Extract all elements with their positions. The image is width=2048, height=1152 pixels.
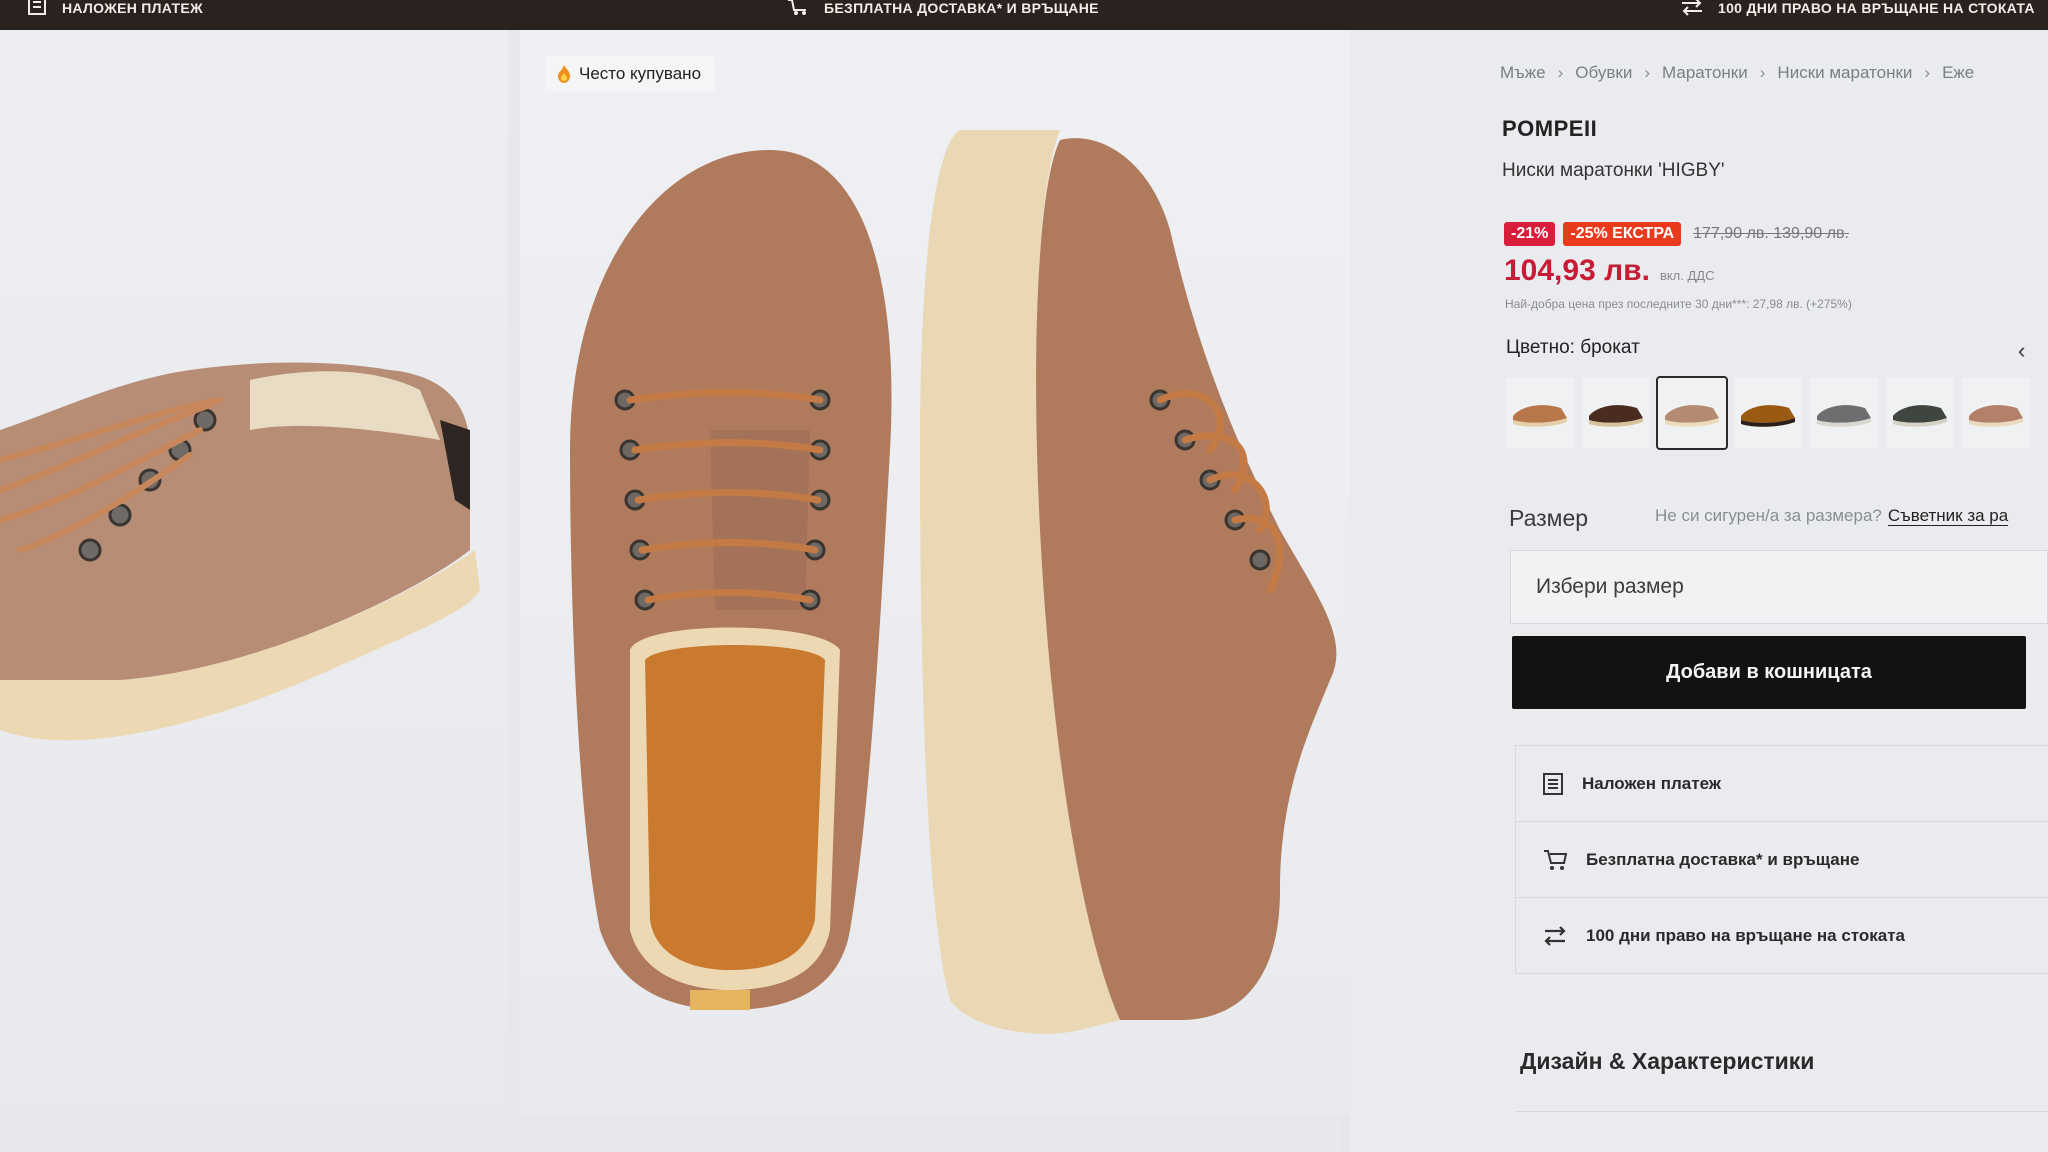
benefit-cod[interactable]: Наложен платеж bbox=[1515, 746, 2048, 822]
benefits-list: Наложен платеж Безплатна доставка* и връ… bbox=[1515, 745, 2048, 974]
breadcrumb-everyday[interactable]: Еже bbox=[1942, 63, 1974, 83]
shoe-thumb-icon bbox=[1589, 405, 1643, 427]
shoe-thumb-icon bbox=[1969, 405, 2023, 427]
swatch-dark-olive[interactable] bbox=[1886, 378, 1954, 448]
promo-shipping: БЕЗПЛАТНА ДОСТАВКА* И ВРЪЩАНЕ bbox=[786, 0, 1099, 30]
benefit-shipping-label: Безплатна доставка* и връщане bbox=[1586, 849, 1860, 869]
size-help-text: Не си сигурен/а за размера? bbox=[1655, 506, 1882, 525]
invoice-icon bbox=[1543, 772, 1563, 795]
product-title: Ниски маратонки 'HIGBY' bbox=[1502, 160, 1725, 181]
badge-label: Често купувано bbox=[579, 64, 702, 83]
product-image-main[interactable] bbox=[520, 30, 1350, 1115]
shoe-thumb-icon bbox=[1893, 405, 1947, 427]
swatch-grey[interactable] bbox=[1810, 378, 1878, 448]
frequently-bought-badge: Често купувано bbox=[545, 56, 716, 92]
current-price: 104,93 лв. bbox=[1504, 254, 1650, 287]
vat-note: вкл. ДДС bbox=[1659, 268, 1715, 283]
benefit-shipping[interactable]: Безплатна доставка* и връщане bbox=[1515, 822, 2048, 898]
breadcrumb-low-sneakers[interactable]: Ниски маратонки bbox=[1777, 63, 1912, 83]
flame-icon bbox=[558, 65, 570, 83]
size-help: Не си сигурен/а за размера? Съветник за р… bbox=[1655, 506, 2009, 526]
cart-icon bbox=[1544, 849, 1568, 870]
promo-cod: НАЛОЖЕН ПЛАТЕЖ bbox=[26, 0, 203, 30]
breadcrumb: Мъже › Обувки › Маратонки › Ниски марато… bbox=[1500, 63, 1974, 83]
price-block: 104,93 лв. вкл. ДДС bbox=[1504, 254, 1714, 288]
swatch-sand[interactable] bbox=[1656, 376, 1728, 450]
promo-shipping-label: БЕЗПЛАТНА ДОСТАВКА* И ВРЪЩАНЕ bbox=[824, 0, 1099, 16]
shoe-thumb-icon bbox=[1741, 405, 1795, 427]
breadcrumb-shoes[interactable]: Обувки bbox=[1575, 63, 1632, 83]
breadcrumb-separator: › bbox=[1644, 63, 1651, 82]
lowest-price-note: Най-добра цена през последните 30 дни***… bbox=[1505, 297, 1852, 311]
product-brand[interactable]: POMPEII bbox=[1502, 116, 1597, 142]
size-select[interactable]: Избери размер bbox=[1510, 550, 2048, 624]
breadcrumb-men[interactable]: Мъже bbox=[1500, 63, 1546, 83]
shoe-side-image bbox=[0, 362, 480, 741]
promo-cod-label: НАЛОЖЕН ПЛАТЕЖ bbox=[62, 0, 203, 16]
shoe-thumb-icon bbox=[1665, 405, 1719, 427]
size-label: Размер bbox=[1509, 505, 1589, 531]
promo-returns: 100 ДНИ ПРАВО НА ВРЪЩАНЕ НА СТОКАТА bbox=[1680, 0, 2035, 30]
benefit-returns-label: 100 дни право на връщане на стоката bbox=[1586, 925, 1906, 945]
benefit-returns[interactable]: 100 дни право на връщане на стоката bbox=[1515, 898, 2048, 974]
return-icon bbox=[1544, 925, 1566, 946]
design-section-title[interactable]: Дизайн & Характеристики bbox=[1520, 1048, 1814, 1075]
shoe-pair-image bbox=[570, 130, 1337, 1034]
benefit-cod-label: Наложен платеж bbox=[1582, 773, 1721, 793]
invoice-icon bbox=[28, 0, 46, 15]
discount-badge: -21% bbox=[1504, 222, 1556, 246]
swatch-cognac[interactable] bbox=[1734, 378, 1802, 448]
breadcrumb-separator: › bbox=[1557, 63, 1564, 82]
discount-row: -21% -25% ЕКСТРА 177,90 лв. 139,90 лв. bbox=[1504, 222, 1849, 246]
breadcrumb-separator: › bbox=[1759, 63, 1766, 82]
chevron-left-icon[interactable]: ‹ bbox=[2018, 338, 2025, 364]
promo-returns-label: 100 ДНИ ПРАВО НА ВРЪЩАНЕ НА СТОКАТА bbox=[1718, 0, 2035, 16]
return-icon bbox=[1682, 0, 1702, 16]
color-label: Цветно: брокат bbox=[1506, 337, 1640, 358]
shoe-thumb-icon bbox=[1817, 405, 1871, 427]
shoe-thumb-icon bbox=[1513, 405, 1567, 427]
top-promo-bar: НАЛОЖЕН ПЛАТЕЖ БЕЗПЛАТНА ДОСТАВКА* И ВРЪ… bbox=[0, 0, 2048, 30]
add-to-cart-button[interactable]: Добави в кошницата bbox=[1512, 636, 2026, 709]
divider bbox=[1515, 1111, 2048, 1112]
swatch-dark-brown[interactable] bbox=[1582, 378, 1650, 448]
breadcrumb-sneakers[interactable]: Маратонки bbox=[1662, 63, 1748, 83]
breadcrumb-separator: › bbox=[1924, 63, 1931, 82]
cart-icon bbox=[788, 0, 806, 15]
swatch-tan[interactable] bbox=[1506, 378, 1574, 448]
product-image-side[interactable] bbox=[0, 30, 508, 1110]
old-prices: 177,90 лв. 139,90 лв. bbox=[1693, 225, 1849, 242]
size-advisor-link[interactable]: Съветник за ра bbox=[1887, 506, 2009, 526]
swatch-light-tan[interactable] bbox=[1962, 378, 2030, 448]
color-swatches bbox=[1506, 376, 2030, 450]
extra-discount-badge: -25% ЕКСТРА bbox=[1563, 222, 1682, 246]
